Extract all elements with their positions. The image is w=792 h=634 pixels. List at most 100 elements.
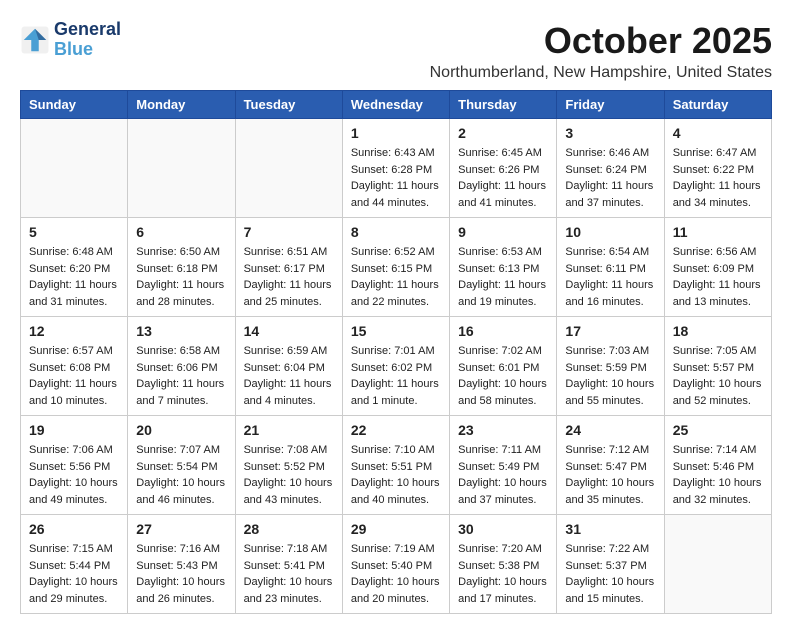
- day-info: Sunrise: 6:57 AM Sunset: 6:08 PM Dayligh…: [29, 343, 119, 409]
- day-info: Sunrise: 6:50 AM Sunset: 6:18 PM Dayligh…: [136, 244, 226, 310]
- day-number: 2: [458, 125, 548, 141]
- day-info: Sunrise: 7:08 AM Sunset: 5:52 PM Dayligh…: [244, 442, 334, 508]
- day-number: 12: [29, 323, 119, 339]
- calendar-cell-w1-d2: [235, 119, 342, 218]
- calendar-cell-w5-d3: 29Sunrise: 7:19 AM Sunset: 5:40 PM Dayli…: [342, 515, 449, 614]
- day-number: 29: [351, 521, 441, 537]
- calendar-cell-w1-d1: [128, 119, 235, 218]
- day-info: Sunrise: 7:18 AM Sunset: 5:41 PM Dayligh…: [244, 541, 334, 607]
- calendar-cell-w1-d6: 4 Sunrise: 6:47 AM Sunset: 6:22 PM Daylig…: [664, 119, 771, 218]
- calendar-cell-w2-d4: 9 Sunrise: 6:53 AM Sunset: 6:13 PM Daylig…: [450, 218, 557, 317]
- header-wednesday: Wednesday: [342, 91, 449, 119]
- calendar-cell-w1-d4: 2 Sunrise: 6:45 AM Sunset: 6:26 PM Daylig…: [450, 119, 557, 218]
- day-info: Sunrise: 7:01 AM Sunset: 6:02 PM Dayligh…: [351, 343, 441, 409]
- day-number: 11: [673, 224, 763, 240]
- calendar-cell-w4-d6: 25 Sunrise: 7:14 AM Sunset: 5:46 PM Dayli…: [664, 416, 771, 515]
- day-info: Sunrise: 7:15 AM Sunset: 5:44 PM Dayligh…: [29, 541, 119, 607]
- day-number: 25: [673, 422, 763, 438]
- day-number: 22: [351, 422, 441, 438]
- calendar-cell-w4-d5: 24 Sunrise: 7:12 AM Sunset: 5:47 PM Dayli…: [557, 416, 664, 515]
- day-number: 6: [136, 224, 226, 240]
- week-row-2: 5 Sunrise: 6:48 AM Sunset: 6:20 PM Daylig…: [21, 218, 772, 317]
- location-title: Northumberland, New Hampshire, United St…: [430, 64, 772, 82]
- day-number: 15: [351, 323, 441, 339]
- header-friday: Friday: [557, 91, 664, 119]
- day-info: Sunrise: 7:11 AM Sunset: 5:49 PM Dayligh…: [458, 442, 548, 508]
- day-number: 7: [244, 224, 334, 240]
- calendar-cell-w5-d0: 26 Sunrise: 7:15 AM Sunset: 5:44 PM Dayli…: [21, 515, 128, 614]
- day-number: 13: [136, 323, 226, 339]
- week-row-5: 26 Sunrise: 7:15 AM Sunset: 5:44 PM Dayli…: [21, 515, 772, 614]
- logo-icon: [20, 25, 50, 55]
- calendar-cell-w3-d0: 12 Sunrise: 6:57 AM Sunset: 6:08 PM Dayli…: [21, 317, 128, 416]
- day-info: Sunrise: 7:10 AM Sunset: 5:51 PM Dayligh…: [351, 442, 441, 508]
- day-number: 27: [136, 521, 226, 537]
- day-number: 30: [458, 521, 548, 537]
- day-info: Sunrise: 6:54 AM Sunset: 6:11 PM Dayligh…: [565, 244, 655, 310]
- day-number: 20: [136, 422, 226, 438]
- day-number: 3: [565, 125, 655, 141]
- day-info: Sunrise: 7:02 AM Sunset: 6:01 PM Dayligh…: [458, 343, 548, 409]
- day-info: Sunrise: 6:53 AM Sunset: 6:13 PM Dayligh…: [458, 244, 548, 310]
- day-number: 19: [29, 422, 119, 438]
- day-number: 9: [458, 224, 548, 240]
- day-info: Sunrise: 6:43 AM Sunset: 6:28 PM Dayligh…: [351, 145, 441, 211]
- calendar-cell-w2-d2: 7 Sunrise: 6:51 AM Sunset: 6:17 PM Daylig…: [235, 218, 342, 317]
- page-header: General Blue October 2025 Northumberland…: [20, 20, 772, 82]
- day-number: 16: [458, 323, 548, 339]
- calendar-cell-w1-d3: 1 Sunrise: 6:43 AM Sunset: 6:28 PM Daylig…: [342, 119, 449, 218]
- calendar-cell-w2-d3: 8 Sunrise: 6:52 AM Sunset: 6:15 PM Daylig…: [342, 218, 449, 317]
- header-thursday: Thursday: [450, 91, 557, 119]
- day-info: Sunrise: 6:45 AM Sunset: 6:26 PM Dayligh…: [458, 145, 548, 211]
- day-info: Sunrise: 7:14 AM Sunset: 5:46 PM Dayligh…: [673, 442, 763, 508]
- calendar-cell-w3-d4: 16 Sunrise: 7:02 AM Sunset: 6:01 PM Dayli…: [450, 317, 557, 416]
- logo: General Blue: [20, 20, 121, 60]
- day-number: 21: [244, 422, 334, 438]
- calendar-cell-w3-d2: 14 Sunrise: 6:59 AM Sunset: 6:04 PM Dayli…: [235, 317, 342, 416]
- calendar-cell-w2-d5: 10Sunrise: 6:54 AM Sunset: 6:11 PM Dayli…: [557, 218, 664, 317]
- header-monday: Monday: [128, 91, 235, 119]
- day-info: Sunrise: 7:16 AM Sunset: 5:43 PM Dayligh…: [136, 541, 226, 607]
- logo-line2: Blue: [54, 40, 121, 60]
- calendar-cell-w4-d0: 19 Sunrise: 7:06 AM Sunset: 5:56 PM Dayli…: [21, 416, 128, 515]
- calendar-cell-w3-d6: 18Sunrise: 7:05 AM Sunset: 5:57 PM Dayli…: [664, 317, 771, 416]
- calendar-cell-w5-d2: 28Sunrise: 7:18 AM Sunset: 5:41 PM Dayli…: [235, 515, 342, 614]
- weekday-header-row: Sunday Monday Tuesday Wednesday Thursday…: [21, 91, 772, 119]
- day-number: 31: [565, 521, 655, 537]
- day-info: Sunrise: 6:48 AM Sunset: 6:20 PM Dayligh…: [29, 244, 119, 310]
- day-info: Sunrise: 7:07 AM Sunset: 5:54 PM Dayligh…: [136, 442, 226, 508]
- calendar-cell-w2-d6: 11 Sunrise: 6:56 AM Sunset: 6:09 PM Dayli…: [664, 218, 771, 317]
- month-title: October 2025: [430, 20, 772, 62]
- day-number: 24: [565, 422, 655, 438]
- day-info: Sunrise: 6:52 AM Sunset: 6:15 PM Dayligh…: [351, 244, 441, 310]
- calendar-cell-w3-d3: 15 Sunrise: 7:01 AM Sunset: 6:02 PM Dayli…: [342, 317, 449, 416]
- calendar-cell-w1-d0: [21, 119, 128, 218]
- day-info: Sunrise: 7:05 AM Sunset: 5:57 PM Dayligh…: [673, 343, 763, 409]
- day-info: Sunrise: 6:51 AM Sunset: 6:17 PM Dayligh…: [244, 244, 334, 310]
- calendar-cell-w4-d4: 23 Sunrise: 7:11 AM Sunset: 5:49 PM Dayli…: [450, 416, 557, 515]
- day-info: Sunrise: 6:46 AM Sunset: 6:24 PM Dayligh…: [565, 145, 655, 211]
- day-info: Sunrise: 6:47 AM Sunset: 6:22 PM Dayligh…: [673, 145, 763, 211]
- logo-line1: General: [54, 20, 121, 40]
- calendar-cell-w5-d4: 30Sunrise: 7:20 AM Sunset: 5:38 PM Dayli…: [450, 515, 557, 614]
- day-number: 1: [351, 125, 441, 141]
- day-info: Sunrise: 7:03 AM Sunset: 5:59 PM Dayligh…: [565, 343, 655, 409]
- day-info: Sunrise: 6:56 AM Sunset: 6:09 PM Dayligh…: [673, 244, 763, 310]
- calendar-cell-w4-d3: 22 Sunrise: 7:10 AM Sunset: 5:51 PM Dayli…: [342, 416, 449, 515]
- day-number: 17: [565, 323, 655, 339]
- calendar-cell-w5-d5: 31Sunrise: 7:22 AM Sunset: 5:37 PM Dayli…: [557, 515, 664, 614]
- day-info: Sunrise: 6:59 AM Sunset: 6:04 PM Dayligh…: [244, 343, 334, 409]
- page-container: General Blue October 2025 Northumberland…: [20, 20, 772, 614]
- day-number: 14: [244, 323, 334, 339]
- header-saturday: Saturday: [664, 91, 771, 119]
- calendar-cell-w5-d1: 27 Sunrise: 7:16 AM Sunset: 5:43 PM Dayli…: [128, 515, 235, 614]
- day-number: 8: [351, 224, 441, 240]
- day-number: 23: [458, 422, 548, 438]
- day-info: Sunrise: 7:06 AM Sunset: 5:56 PM Dayligh…: [29, 442, 119, 508]
- calendar-table: Sunday Monday Tuesday Wednesday Thursday…: [20, 90, 772, 614]
- day-info: Sunrise: 7:12 AM Sunset: 5:47 PM Dayligh…: [565, 442, 655, 508]
- day-number: 5: [29, 224, 119, 240]
- header-sunday: Sunday: [21, 91, 128, 119]
- day-number: 26: [29, 521, 119, 537]
- day-number: 4: [673, 125, 763, 141]
